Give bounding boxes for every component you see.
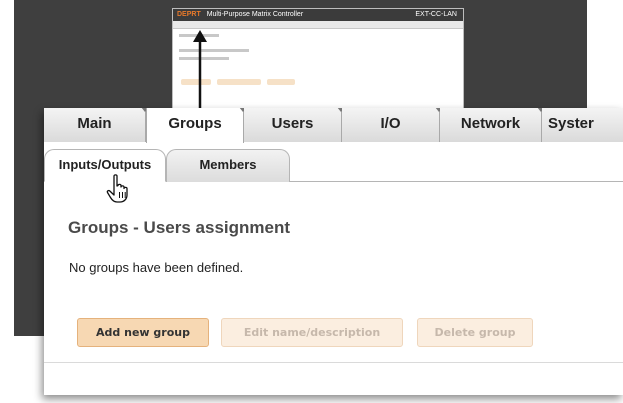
tab-main[interactable]: Main xyxy=(44,108,149,142)
mini-model: EXT-CC-LAN xyxy=(415,11,457,18)
tab-system[interactable]: Syster xyxy=(542,108,623,142)
mini-edit-button xyxy=(217,79,261,85)
tab-groups-label: Groups xyxy=(168,115,222,132)
tab-network-label: Network xyxy=(460,115,521,132)
tab-main-label: Main xyxy=(77,115,112,132)
edit-group-button[interactable]: Edit name/description xyxy=(221,318,403,347)
mini-delete-button xyxy=(267,79,295,85)
mini-product-name: Multi-Purpose Matrix Controller xyxy=(206,11,304,18)
delete-group-button[interactable]: Delete group xyxy=(417,318,533,347)
content-divider xyxy=(44,362,623,363)
subtab-inputs-outputs[interactable]: Inputs/Outputs xyxy=(44,149,166,182)
main-tabbar: Main Groups Users I/O Network Syster xyxy=(44,108,623,143)
status-message: No groups have been defined. xyxy=(69,260,244,275)
tab-system-label: Syster xyxy=(548,115,594,132)
tab-io[interactable]: I/O xyxy=(342,108,443,142)
subtab-inputs-outputs-label: Inputs/Outputs xyxy=(58,157,152,172)
mini-logo: DEPRT xyxy=(177,11,201,18)
page-title: Groups - Users assignment xyxy=(68,218,291,237)
hand-pointer-icon xyxy=(106,174,128,203)
mini-header: DEPRT Multi-Purpose Matrix Controller EX… xyxy=(173,9,463,21)
tab-network[interactable]: Network xyxy=(440,108,545,142)
mini-tabbar xyxy=(173,21,463,29)
tab-users-label: Users xyxy=(271,115,314,132)
subtab-members-label: Members xyxy=(199,157,257,172)
zoomed-panel: Main Groups Users I/O Network Syster Inp… xyxy=(44,108,623,395)
tab-users[interactable]: Users xyxy=(244,108,345,142)
add-group-button[interactable]: Add new group xyxy=(77,318,209,347)
subtab-members[interactable]: Members xyxy=(166,149,290,182)
tab-groups[interactable]: Groups xyxy=(146,108,247,143)
arrow-up-icon xyxy=(193,30,207,108)
tab-io-label: I/O xyxy=(380,115,401,132)
